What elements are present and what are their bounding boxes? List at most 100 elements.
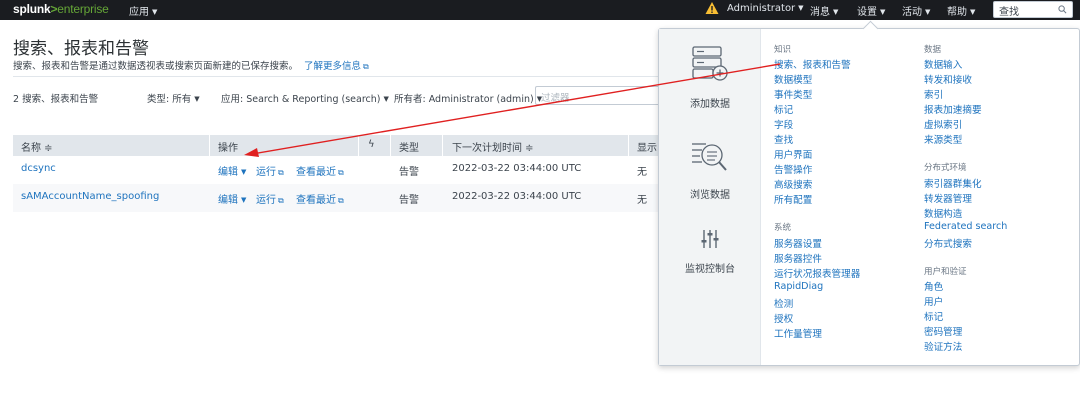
menu-item-virtual-indexes[interactable]: 虚拟索引 bbox=[924, 117, 962, 131]
apps-menu-label: 应用 bbox=[129, 7, 149, 18]
column-divider bbox=[358, 135, 359, 156]
menu-item-rapiddiag[interactable]: RapidDiag bbox=[774, 281, 823, 292]
view-recent-link[interactable]: 查看最近 ⧉ bbox=[296, 163, 344, 178]
menu-item-users[interactable]: 用户 bbox=[924, 294, 943, 308]
menu-item-searches-reports-alerts[interactable]: 搜索、报表和告警 bbox=[774, 57, 851, 71]
menu-item-fields[interactable]: 字段 bbox=[774, 117, 793, 131]
table-row: sAMAccountName_spoofing 编辑 ▼ 运行 ⧉ 查看最近 ⧉ 告警… bbox=[13, 184, 658, 212]
apps-menu[interactable]: 应用 ▼ bbox=[129, 3, 157, 18]
help-menu[interactable]: 帮助 ▼ bbox=[947, 3, 975, 18]
settings-quick-tiles: 添加数据 浏览数据 监视控制台 bbox=[659, 29, 761, 365]
menu-item-instrumentation[interactable]: 检测 bbox=[774, 296, 793, 310]
menu-item-lookups[interactable]: 查找 bbox=[774, 132, 793, 146]
sliders-icon bbox=[701, 230, 719, 248]
display-cell: 无 bbox=[637, 167, 647, 178]
activity-menu-label: 活动 bbox=[902, 7, 922, 18]
menu-item-data-models[interactable]: 数据模型 bbox=[774, 72, 812, 86]
run-link[interactable]: 运行 ⧉ bbox=[256, 163, 284, 178]
menu-item-forwarding-receiving[interactable]: 转发和接收 bbox=[924, 72, 972, 86]
run-label: 运行 bbox=[256, 195, 276, 206]
view-recent-label: 查看最近 bbox=[296, 195, 336, 206]
menu-item-tags[interactable]: 标记 bbox=[774, 102, 793, 116]
menu-item-user-interface[interactable]: 用户界面 bbox=[774, 147, 812, 161]
menu-item-tokens[interactable]: 标记 bbox=[924, 309, 943, 323]
data-heading: 数据 bbox=[924, 45, 942, 55]
menu-item-roles[interactable]: 角色 bbox=[924, 279, 943, 293]
menu-item-indexes[interactable]: 索引 bbox=[924, 87, 943, 101]
run-link[interactable]: 运行 ⧉ bbox=[256, 191, 284, 206]
settings-dropdown: 添加数据 浏览数据 监视控制台 知识 搜索、报表和告警 数据模型 事件类型 标记… bbox=[658, 28, 1080, 366]
menu-item-authentication-methods[interactable]: 验证方法 bbox=[924, 339, 962, 353]
column-header-name[interactable]: 名称 ≑ bbox=[21, 139, 53, 154]
help-menu-label: 帮助 bbox=[947, 7, 967, 18]
menu-item-data-inputs[interactable]: 数据输入 bbox=[924, 57, 962, 71]
search-name-link[interactable]: dcsync bbox=[21, 163, 56, 174]
lightning-icon: ϟ bbox=[368, 139, 375, 150]
type-filter-label: 类型: 所有 bbox=[147, 94, 192, 105]
menu-item-workload-management[interactable]: 工作量管理 bbox=[774, 326, 822, 340]
menu-item-all-configurations[interactable]: 所有配置 bbox=[774, 192, 812, 206]
column-header-next-run[interactable]: 下一次计划时间 ≑ bbox=[452, 139, 534, 154]
add-data-icon bbox=[692, 46, 728, 81]
page-description-text: 搜索、报表和告警是通过数据透视表或搜索页面新建的已保存搜索。 bbox=[13, 61, 299, 72]
user-menu-label: Administrator bbox=[727, 3, 796, 14]
logo-product: enterprise bbox=[57, 2, 109, 16]
menu-item-federated-search[interactable]: Federated search bbox=[924, 221, 1007, 232]
column-header-type: 类型 bbox=[399, 143, 419, 154]
chevron-down-icon: ▼ bbox=[383, 95, 389, 103]
view-recent-link[interactable]: 查看最近 ⧉ bbox=[296, 191, 344, 206]
menu-item-licensing[interactable]: 授权 bbox=[774, 311, 793, 325]
edit-menu[interactable]: 编辑 ▼ bbox=[218, 191, 246, 206]
top-search-input[interactable]: 查找 bbox=[993, 1, 1073, 18]
app-filter[interactable]: 应用: Search & Reporting (search) ▼ bbox=[221, 91, 389, 105]
settings-menu[interactable]: 设置 ▼ bbox=[857, 3, 885, 18]
table-header: 名称 ≑ 操作 ϟ 类型 下一次计划时间 ≑ 显示 bbox=[13, 135, 658, 156]
menu-item-server-settings[interactable]: 服务器设置 bbox=[774, 236, 822, 250]
edit-label: 编辑 bbox=[218, 167, 238, 178]
monitoring-console-tile[interactable]: 监视控制台 bbox=[659, 228, 761, 275]
column-header-actions: 操作 bbox=[218, 143, 238, 154]
menu-item-indexer-clustering[interactable]: 索引器群集化 bbox=[924, 176, 982, 190]
chevron-down-icon: ▼ bbox=[241, 196, 247, 204]
menu-item-report-acceleration[interactable]: 报表加速摘要 bbox=[924, 102, 982, 116]
column-divider bbox=[442, 135, 443, 156]
next-run-cell: 2022-03-22 03:44:00 UTC bbox=[452, 191, 582, 202]
explore-data-tile[interactable]: 浏览数据 bbox=[659, 136, 761, 201]
users-auth-heading: 用户和验证 bbox=[924, 267, 967, 277]
menu-item-alert-actions[interactable]: 告警操作 bbox=[774, 162, 812, 176]
edit-label: 编辑 bbox=[218, 195, 238, 206]
menu-item-server-controls[interactable]: 服务器控件 bbox=[774, 251, 822, 265]
result-count: 2 搜索、报表和告警 bbox=[13, 94, 99, 105]
search-name-link[interactable]: sAMAccountName_spoofing bbox=[21, 191, 159, 202]
add-data-tile[interactable]: 添加数据 bbox=[659, 45, 761, 110]
menu-item-advanced-search[interactable]: 高级搜索 bbox=[774, 177, 812, 191]
column-header-display: 显示 bbox=[637, 143, 657, 154]
menu-item-password-management[interactable]: 密码管理 bbox=[924, 324, 962, 338]
splunk-logo[interactable]: splunk>enterprise bbox=[13, 2, 109, 16]
edit-menu[interactable]: 编辑 ▼ bbox=[218, 163, 246, 178]
activity-menu[interactable]: 活动 ▼ bbox=[902, 3, 930, 18]
column-divider bbox=[628, 135, 629, 156]
filter-input[interactable]: 过滤器 bbox=[535, 86, 658, 105]
page-description: 搜索、报表和告警是通过数据透视表或搜索页面新建的已保存搜索。 了解更多信息 ⧉ bbox=[13, 58, 369, 72]
menu-item-forwarder-management[interactable]: 转发器管理 bbox=[924, 191, 972, 205]
user-menu[interactable]: Administrator ▼ bbox=[727, 3, 804, 14]
menu-item-distributed-search[interactable]: 分布式搜索 bbox=[924, 236, 972, 250]
learn-more-link[interactable]: 了解更多信息 ⧉ bbox=[304, 61, 369, 72]
knowledge-heading: 知识 bbox=[774, 45, 792, 55]
chevron-down-icon: ▼ bbox=[880, 8, 886, 16]
type-filter[interactable]: 类型: 所有 ▼ bbox=[147, 91, 200, 105]
owner-filter[interactable]: 所有者: Administrator (admin) ▼ bbox=[394, 91, 542, 105]
top-search-placeholder: 查找 bbox=[999, 7, 1019, 18]
menu-item-source-types[interactable]: 来源类型 bbox=[924, 132, 962, 146]
menu-item-data-fabric[interactable]: 数据构造 bbox=[924, 206, 962, 220]
view-recent-label: 查看最近 bbox=[296, 167, 336, 178]
chevron-down-icon: ▼ bbox=[833, 8, 839, 16]
messages-menu[interactable]: 消息 ▼ bbox=[810, 3, 838, 18]
warning-icon[interactable] bbox=[705, 1, 719, 15]
monitoring-console-label: 监视控制台 bbox=[685, 264, 735, 275]
menu-item-event-types[interactable]: 事件类型 bbox=[774, 87, 812, 101]
column-divider bbox=[209, 135, 210, 156]
menu-item-health-report-manager[interactable]: 运行状况报表管理器 bbox=[774, 266, 860, 280]
table-row: dcsync 编辑 ▼ 运行 ⧉ 查看最近 ⧉ 告警 2022-03-22 03:44… bbox=[13, 156, 658, 184]
